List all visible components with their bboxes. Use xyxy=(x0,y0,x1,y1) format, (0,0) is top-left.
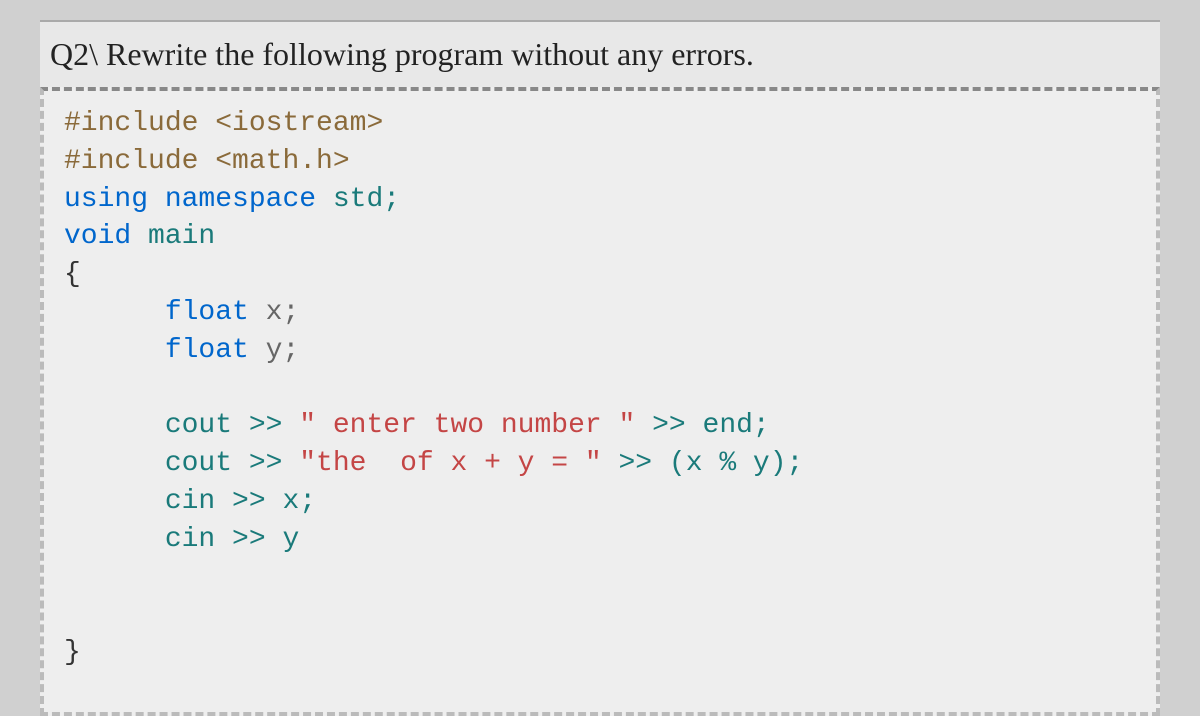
main-label: main xyxy=(131,221,215,252)
preproc-include-2: #include xyxy=(64,146,215,177)
kw-namespace: namespace xyxy=(165,184,316,215)
std-label: std; xyxy=(316,184,400,215)
string-enter: " enter two number " xyxy=(299,410,635,441)
page-container: Q2\ Rewrite the following program withou… xyxy=(40,20,1160,716)
end-2: >> (x % y); xyxy=(602,448,804,479)
preproc-include-1: #include xyxy=(64,108,215,139)
kw-float-x: float xyxy=(165,297,249,328)
brace-open: { xyxy=(64,259,81,290)
var-x: x; xyxy=(249,297,299,328)
cin-y: cin >> y xyxy=(165,524,299,555)
kw-using: using xyxy=(64,184,165,215)
string-sum: "the of x + y = " xyxy=(299,448,601,479)
kw-float-y: float xyxy=(165,335,249,366)
code-block: #include <iostream> #include <math.h> us… xyxy=(40,87,1160,716)
lib-iostream: <iostream> xyxy=(215,108,383,139)
var-y: y; xyxy=(249,335,299,366)
kw-void: void xyxy=(64,221,131,252)
cin-x: cin >> x; xyxy=(165,486,316,517)
lib-math: <math.h> xyxy=(215,146,349,177)
cout-1: cout >> xyxy=(165,410,299,441)
end-1: >> end; xyxy=(635,410,769,441)
question-title: Q2\ Rewrite the following program withou… xyxy=(40,22,1160,87)
brace-close: } xyxy=(64,637,81,668)
cout-2: cout >> xyxy=(165,448,299,479)
